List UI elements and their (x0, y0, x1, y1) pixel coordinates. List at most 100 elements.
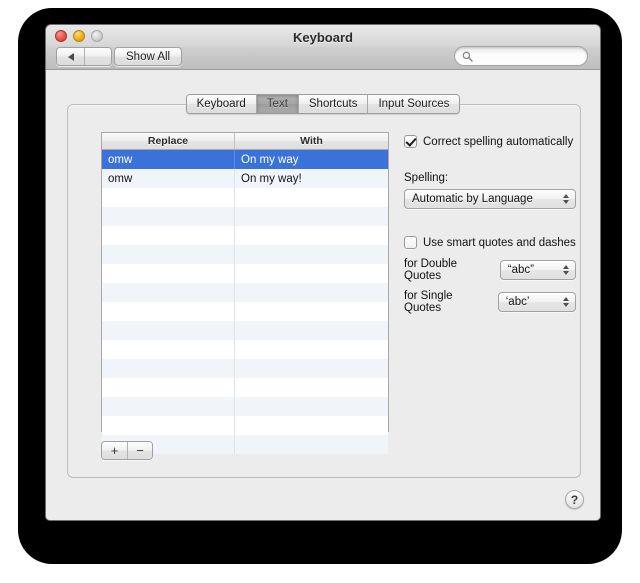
smart-quotes-label: Use smart quotes and dashes (423, 237, 576, 249)
table-row-empty[interactable] (102, 416, 388, 435)
table-row-empty[interactable] (102, 264, 388, 283)
spelling-popup-value: Automatic by Language (412, 193, 533, 205)
tab-bar: KeyboardTextShortcutsInput Sources (46, 94, 600, 114)
table-body: omw On my way omw On my way! (102, 150, 388, 431)
table-row-empty[interactable] (102, 188, 388, 207)
text-replacement-table[interactable]: Replace With omw On my way omw On my way! (101, 132, 389, 432)
cell-with (235, 264, 388, 283)
cell-with (235, 302, 388, 321)
chevron-updown-icon (563, 261, 569, 279)
options-column: Correct spelling automatically Spelling:… (404, 133, 576, 314)
cell-with (235, 245, 388, 264)
smart-quotes-row[interactable]: Use smart quotes and dashes (404, 236, 576, 249)
single-quotes-label: for Single Quotes (404, 290, 490, 314)
navigation-segmented-control (56, 47, 112, 66)
correct-spelling-row[interactable]: Correct spelling automatically (404, 135, 576, 148)
cell-with (235, 397, 388, 416)
table-row[interactable]: omw On my way! (102, 169, 388, 188)
chevron-updown-icon (563, 190, 569, 208)
cell-replace (102, 245, 235, 264)
cell-text: omw (108, 154, 132, 166)
tab-content-panel: Replace With omw On my way omw On my way! +… (67, 104, 581, 478)
cell-with (235, 283, 388, 302)
forward-button (84, 48, 111, 65)
search-field[interactable] (454, 46, 588, 66)
table-row-empty[interactable] (102, 378, 388, 397)
tab-input-sources[interactable]: Input Sources (367, 95, 459, 113)
cell-with (235, 226, 388, 245)
table-row-empty[interactable] (102, 302, 388, 321)
column-header-with[interactable]: With (235, 133, 388, 150)
cell-replace (102, 416, 235, 435)
cell-replace (102, 397, 235, 416)
tab-group: KeyboardTextShortcutsInput Sources (186, 94, 461, 114)
cell-replace: omw (102, 169, 235, 188)
help-button[interactable]: ? (565, 490, 584, 509)
cell-replace (102, 264, 235, 283)
double-quotes-label: for Double Quotes (404, 258, 492, 282)
show-all-label: Show All (126, 51, 170, 63)
cell-replace (102, 378, 235, 397)
cell-with (235, 340, 388, 359)
search-icon (462, 51, 473, 62)
window-titlebar: Keyboard Show All (46, 25, 600, 70)
cell-with: On my way (235, 150, 388, 169)
window-title: Keyboard (46, 30, 600, 45)
cell-text: omw (108, 173, 132, 185)
cell-replace (102, 207, 235, 226)
table-row-empty[interactable] (102, 340, 388, 359)
list-edit-buttons: + − (101, 441, 153, 460)
keyboard-preferences-window: Keyboard Show All (45, 24, 601, 521)
table-row-empty[interactable] (102, 226, 388, 245)
cell-text: On my way (241, 154, 299, 166)
tab-text[interactable]: Text (256, 95, 298, 113)
table-row-empty[interactable] (102, 207, 388, 226)
single-quotes-popup-value: ‘abc’ (506, 296, 530, 308)
search-input[interactable] (477, 49, 577, 63)
table-row-empty[interactable] (102, 397, 388, 416)
cell-replace (102, 340, 235, 359)
single-quotes-popup-button[interactable]: ‘abc’ (498, 292, 576, 312)
double-quotes-popup-value: “abc” (508, 264, 534, 276)
table-row-empty[interactable] (102, 283, 388, 302)
tab-shortcuts[interactable]: Shortcuts (298, 95, 368, 113)
cell-replace: omw (102, 150, 235, 169)
correct-spelling-label: Correct spelling automatically (423, 136, 573, 148)
single-quotes-row: for Single Quotes ‘abc’ (404, 290, 576, 314)
cell-replace (102, 188, 235, 207)
spelling-label: Spelling: (404, 172, 576, 184)
screenshot-root: Keyboard Show All (0, 0, 640, 583)
cell-with (235, 435, 388, 454)
smart-quotes-checkbox[interactable] (404, 236, 417, 249)
double-quotes-popup-button[interactable]: “abc” (500, 260, 576, 280)
cell-with (235, 416, 388, 435)
table-row-empty[interactable] (102, 321, 388, 340)
cell-replace (102, 359, 235, 378)
column-header-replace[interactable]: Replace (102, 133, 235, 150)
table-row[interactable]: omw On my way (102, 150, 388, 169)
cell-replace (102, 226, 235, 245)
cell-with (235, 207, 388, 226)
table-row-empty[interactable] (102, 359, 388, 378)
cell-with (235, 359, 388, 378)
tab-keyboard[interactable]: Keyboard (187, 95, 256, 113)
cell-with (235, 188, 388, 207)
add-entry-button[interactable]: + (102, 442, 127, 459)
cell-replace (102, 321, 235, 340)
cell-with (235, 378, 388, 397)
cell-with (235, 321, 388, 340)
remove-entry-button[interactable]: − (127, 442, 152, 459)
show-all-button[interactable]: Show All (114, 47, 182, 66)
back-arrow-icon (68, 53, 74, 61)
table-header: Replace With (102, 133, 388, 150)
table-row-empty[interactable] (102, 245, 388, 264)
back-button[interactable] (57, 48, 84, 65)
cell-replace (102, 283, 235, 302)
window-body: Replace With omw On my way omw On my way! +… (46, 70, 600, 521)
correct-spelling-checkbox[interactable] (404, 135, 417, 148)
spelling-popup-button[interactable]: Automatic by Language (404, 189, 576, 209)
cell-with: On my way! (235, 169, 388, 188)
cell-replace (102, 302, 235, 321)
cell-text: On my way! (241, 173, 302, 185)
chevron-updown-icon (563, 293, 569, 311)
